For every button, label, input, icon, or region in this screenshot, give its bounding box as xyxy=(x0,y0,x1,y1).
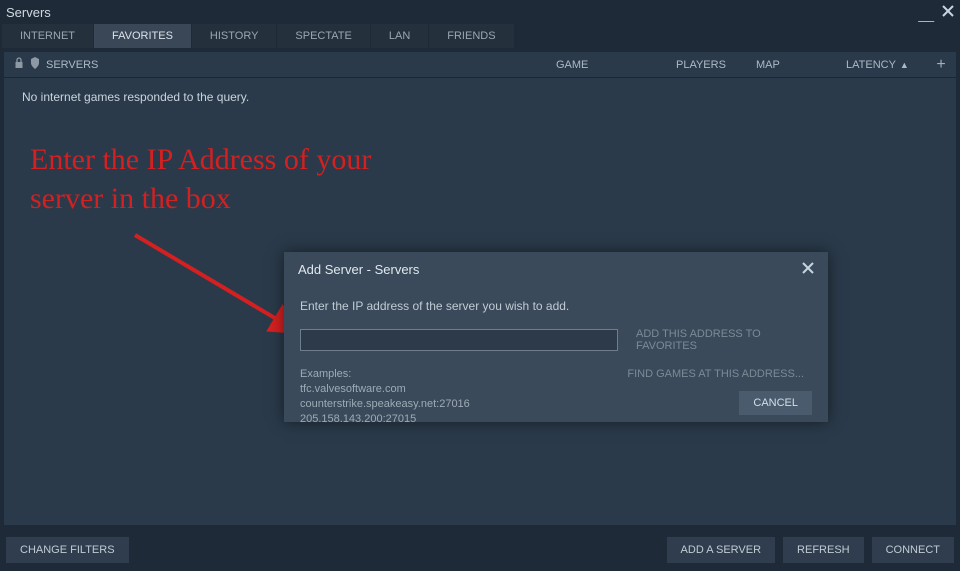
titlebar: Servers __ xyxy=(0,0,960,24)
shield-icon[interactable] xyxy=(30,57,40,72)
tab-spectate[interactable]: SPECTATE xyxy=(277,24,369,48)
lock-icon[interactable] xyxy=(14,57,24,72)
add-a-server-button[interactable]: ADD A SERVER xyxy=(667,537,776,563)
cancel-button[interactable]: CANCEL xyxy=(739,391,812,415)
find-games-button[interactable]: FIND GAMES AT THIS ADDRESS... xyxy=(619,363,812,385)
example-2: counterstrike.speakeasy.net:27016 xyxy=(300,397,619,412)
column-map[interactable]: MAP xyxy=(746,59,836,71)
connect-button[interactable]: CONNECT xyxy=(872,537,954,563)
tab-favorites[interactable]: FAVORITES xyxy=(94,24,191,48)
dialog-titlebar: Add Server - Servers xyxy=(284,252,828,283)
column-players[interactable]: PLAYERS xyxy=(666,59,746,71)
tab-friends[interactable]: FRIENDS xyxy=(429,24,513,48)
add-server-dialog: Add Server - Servers Enter the IP addres… xyxy=(284,252,828,422)
examples-header: Examples: xyxy=(300,367,619,382)
dialog-close-icon[interactable] xyxy=(802,262,814,277)
example-1: tfc.valvesoftware.com xyxy=(300,382,619,397)
dialog-title: Add Server - Servers xyxy=(298,262,419,277)
empty-list-message: No internet games responded to the query… xyxy=(22,90,938,104)
tab-history[interactable]: HISTORY xyxy=(192,24,277,48)
examples-block: Examples: tfc.valvesoftware.com counters… xyxy=(300,367,619,426)
column-servers[interactable]: SERVERS xyxy=(46,59,98,71)
dialog-body: Enter the IP address of the server you w… xyxy=(284,283,828,436)
dialog-instruction: Enter the IP address of the server you w… xyxy=(300,299,812,313)
bottom-bar: CHANGE FILTERS ADD A SERVER REFRESH CONN… xyxy=(0,529,960,571)
refresh-button[interactable]: REFRESH xyxy=(783,537,864,563)
sort-ascending-icon: ▲ xyxy=(900,60,909,70)
tabs-bar: INTERNET FAVORITES HISTORY SPECTATE LAN … xyxy=(0,24,960,48)
window-title: Servers xyxy=(6,5,51,20)
tab-lan[interactable]: LAN xyxy=(371,24,428,48)
servers-window: Servers __ INTERNET FAVORITES HISTORY SP… xyxy=(0,0,960,571)
close-icon[interactable] xyxy=(942,5,954,20)
change-filters-button[interactable]: CHANGE FILTERS xyxy=(6,537,129,563)
add-column-button[interactable]: + xyxy=(926,56,956,74)
ip-address-input[interactable] xyxy=(300,329,618,351)
column-latency-label: LATENCY xyxy=(846,59,896,71)
example-3: 205.158.143.200:27015 xyxy=(300,412,619,427)
column-latency[interactable]: LATENCY ▲ xyxy=(836,59,926,71)
minimize-icon[interactable]: __ xyxy=(918,9,934,19)
tab-internet[interactable]: INTERNET xyxy=(2,24,93,48)
add-to-favorites-button[interactable]: ADD THIS ADDRESS TO FAVORITES xyxy=(628,323,812,357)
column-headers: SERVERS GAME PLAYERS MAP LATENCY ▲ + xyxy=(4,52,956,78)
column-game[interactable]: GAME xyxy=(546,59,666,71)
